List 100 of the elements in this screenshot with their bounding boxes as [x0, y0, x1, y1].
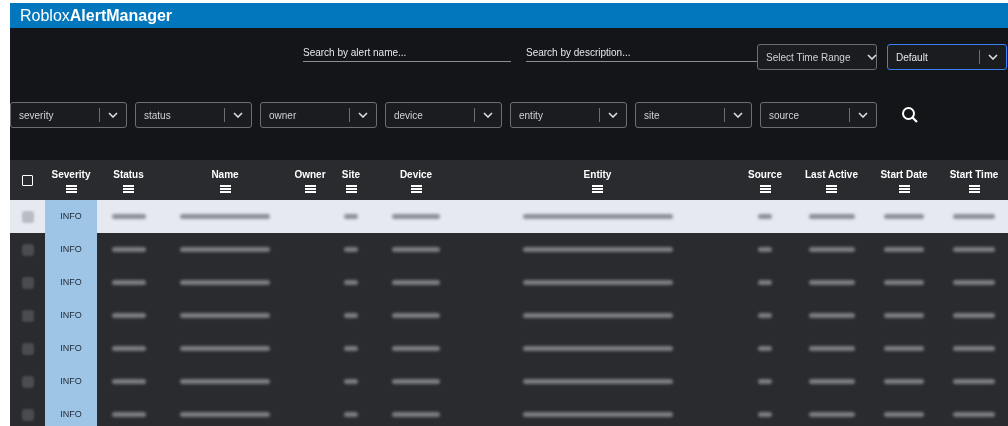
menu-icon[interactable] — [345, 185, 357, 193]
chevron-down-icon — [608, 112, 618, 118]
menu-icon[interactable] — [898, 185, 910, 193]
blurred-text — [758, 313, 772, 318]
menu-icon[interactable] — [968, 185, 980, 193]
search-field[interactable]: Search by description... — [526, 44, 757, 62]
blurred-text — [953, 280, 995, 285]
blurred-text — [884, 379, 924, 384]
table-row[interactable]: INFO — [10, 233, 1008, 266]
blurred-text — [344, 412, 358, 417]
blurred-text — [884, 247, 924, 252]
blurred-text — [758, 247, 772, 252]
search-field[interactable]: Search by alert name... — [303, 44, 511, 62]
menu-icon[interactable] — [592, 185, 603, 193]
table-row[interactable]: INFO — [10, 398, 1008, 426]
blurred-text — [884, 346, 924, 351]
blurred-text — [111, 313, 146, 318]
filter-select[interactable]: severity — [10, 102, 127, 128]
chevron-down-icon — [858, 112, 868, 118]
blurred-text — [344, 346, 358, 351]
menu-icon[interactable] — [123, 185, 134, 193]
chevron-down-icon — [988, 54, 998, 60]
menu-icon[interactable] — [826, 185, 837, 193]
time-range-select[interactable]: Default — [887, 44, 1007, 70]
blurred-text — [392, 247, 440, 252]
table-row[interactable]: INFO — [10, 200, 1008, 233]
severity-label: INFO — [60, 275, 82, 289]
chevron-down-icon — [866, 54, 877, 60]
chevron-down-icon — [358, 112, 368, 118]
table-row[interactable]: INFO — [10, 266, 1008, 299]
chevron-down-icon — [233, 112, 243, 118]
blurred-text — [953, 247, 995, 252]
menu-icon[interactable] — [410, 185, 422, 193]
severity-label: INFO — [60, 374, 82, 388]
blurred-text — [758, 412, 772, 417]
filter-select[interactable]: entity — [510, 102, 627, 128]
row-checkbox[interactable] — [21, 408, 34, 421]
blurred-text — [808, 247, 855, 252]
blurred-text — [344, 247, 358, 252]
blurred-text — [111, 247, 146, 252]
blurred-text — [758, 379, 772, 384]
column-header[interactable]: Last Active — [805, 167, 858, 182]
column-header[interactable]: Name — [211, 167, 239, 182]
blurred-text — [808, 214, 855, 219]
row-checkbox[interactable] — [21, 375, 34, 388]
row-checkbox[interactable] — [21, 342, 34, 355]
blurred-text — [392, 379, 440, 384]
chevron-down-icon — [483, 112, 493, 118]
column-header[interactable]: Status — [113, 167, 144, 182]
menu-icon[interactable] — [65, 185, 77, 193]
table-row[interactable]: INFO — [10, 332, 1008, 365]
filter-select[interactable]: site — [635, 102, 752, 128]
filter-select[interactable]: owner — [260, 102, 377, 128]
table-row[interactable]: INFO — [10, 365, 1008, 398]
select-all-checkbox[interactable] — [22, 174, 33, 186]
column-header[interactable]: Severity — [51, 167, 91, 182]
blurred-text — [953, 313, 995, 318]
blurred-text — [111, 379, 146, 384]
severity-label: INFO — [60, 242, 82, 256]
row-checkbox[interactable] — [21, 309, 34, 322]
menu-icon[interactable] — [759, 185, 771, 193]
column-header[interactable]: Device — [399, 167, 433, 182]
row-checkbox[interactable] — [21, 243, 34, 256]
blurred-text — [808, 379, 855, 384]
column-header[interactable]: Source — [748, 167, 782, 182]
severity-label: INFO — [60, 341, 82, 355]
row-checkbox[interactable] — [21, 210, 34, 223]
blurred-text — [884, 214, 924, 219]
severity-label: INFO — [60, 209, 82, 223]
blurred-text — [808, 313, 855, 318]
column-header[interactable]: Owner — [294, 167, 326, 182]
blurred-text — [884, 280, 924, 285]
blurred-text — [758, 214, 772, 219]
blurred-text — [111, 280, 146, 285]
menu-icon[interactable] — [219, 185, 231, 193]
blurred-text — [344, 280, 358, 285]
blurred-text — [758, 346, 772, 351]
blurred-text — [884, 313, 924, 318]
column-header[interactable]: Entity — [583, 167, 612, 182]
filter-select[interactable]: source — [760, 102, 877, 128]
table-row[interactable]: INFO — [10, 299, 1008, 332]
blurred-text — [392, 280, 440, 285]
search-icon[interactable] — [901, 106, 919, 124]
blurred-text — [344, 313, 358, 318]
column-header[interactable]: Start Date — [880, 167, 928, 182]
blurred-text — [111, 214, 146, 219]
blurred-text — [808, 280, 855, 285]
severity-label: INFO — [60, 308, 82, 322]
filter-select[interactable]: device — [385, 102, 502, 128]
blurred-text — [953, 214, 995, 219]
column-header[interactable]: Site — [341, 167, 361, 182]
blurred-text — [953, 346, 995, 351]
filter-select[interactable]: status — [135, 102, 252, 128]
time-range-select[interactable]: Select Time Range — [757, 44, 877, 70]
app-title: RobloxAlertManager — [20, 5, 173, 26]
column-header[interactable]: Start Time — [949, 167, 999, 182]
menu-icon[interactable] — [304, 185, 316, 193]
blurred-text — [392, 313, 440, 318]
blurred-text — [758, 280, 772, 285]
row-checkbox[interactable] — [21, 276, 34, 289]
